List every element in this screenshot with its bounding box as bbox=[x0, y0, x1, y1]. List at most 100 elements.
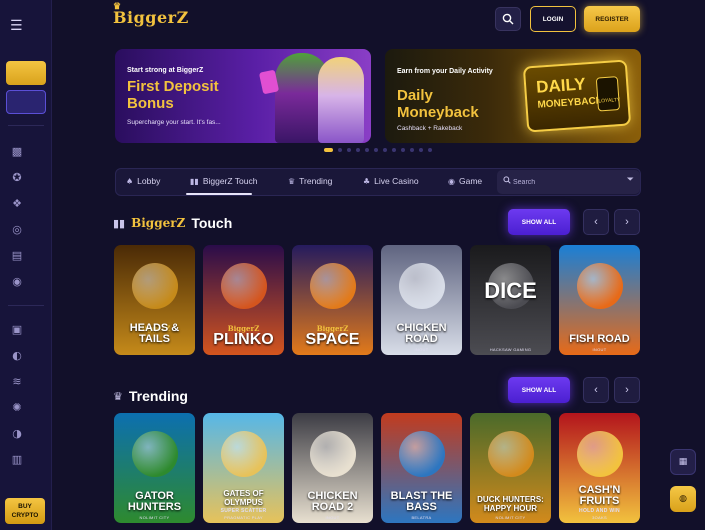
game-art bbox=[398, 431, 445, 477]
register-button[interactable]: REGISTER bbox=[584, 6, 640, 32]
tab-label: BiggerZ Touch bbox=[202, 176, 258, 186]
trending-icon: ♛ bbox=[288, 176, 296, 186]
section-brand-logo: BiggerZ bbox=[131, 216, 186, 230]
sidebar: ☰ ▩ ✪ ❖ ◎ ▤ ◉ ▣ ◐ ≋ ✺ ◑ ▥ BUY CRYPTO bbox=[0, 0, 52, 530]
sidebar-casino-button[interactable] bbox=[6, 61, 46, 85]
banner-eyebrow: Earn from your Daily Activity bbox=[397, 68, 493, 75]
loyalty-badge: LOYALTY bbox=[595, 76, 620, 112]
game-card[interactable]: CHICKEN ROAD INOUT bbox=[381, 245, 462, 355]
brand-logo[interactable]: ♛ BiggerZ bbox=[113, 2, 189, 27]
game-icon: ◉ bbox=[448, 176, 455, 186]
carousel-dot[interactable] bbox=[401, 148, 405, 152]
search-icon bbox=[503, 176, 511, 184]
carousel-dot[interactable] bbox=[347, 148, 351, 152]
carousel-dot[interactable] bbox=[365, 148, 369, 152]
filter-icon[interactable]: ⏷ bbox=[627, 175, 634, 185]
daily-moneyback-banner[interactable]: DAILY MONEYBACK LOYALTY Earn from your D… bbox=[385, 49, 641, 143]
next-button-trending[interactable]: › bbox=[614, 377, 640, 403]
carousel-dot[interactable] bbox=[324, 148, 333, 152]
roulette-icon[interactable]: ◎ bbox=[10, 223, 24, 237]
game-title: HEADS & TAILS bbox=[129, 322, 180, 345]
game-card[interactable]: FISH ROAD INOUT bbox=[559, 245, 640, 355]
prev-button-trending[interactable]: ‹ bbox=[583, 377, 609, 403]
carousel-dot[interactable] bbox=[410, 148, 414, 152]
game-card[interactable]: GATOR HUNTERS NOLIMIT CITY bbox=[114, 413, 195, 523]
sidebar-divider bbox=[8, 305, 44, 306]
tab-lobby[interactable]: ♠ Lobby bbox=[126, 176, 160, 186]
chevron-left-icon: ‹ bbox=[594, 384, 598, 396]
game-card[interactable]: BiggerZ PLINKO bbox=[203, 245, 284, 355]
carousel-dot[interactable] bbox=[392, 148, 396, 152]
medal-icon[interactable]: ✺ bbox=[10, 401, 24, 415]
layers-icon[interactable]: ≋ bbox=[10, 375, 24, 389]
gift-icon[interactable]: ▣ bbox=[10, 323, 24, 337]
game-search: ⏷ bbox=[497, 170, 640, 194]
search-input[interactable] bbox=[513, 172, 621, 192]
game-card[interactable]: DUCK HUNTERS: HAPPY HOUR NOLIMIT CITY bbox=[470, 413, 551, 523]
bonus-icon[interactable]: ✪ bbox=[10, 171, 24, 185]
show-all-button-trending[interactable]: SHOW ALL bbox=[508, 377, 570, 403]
first-deposit-banner[interactable]: Start strong at BiggerZ First Deposit Bo… bbox=[115, 49, 371, 143]
game-provider: HACKSAW GAMING bbox=[489, 347, 532, 352]
chat-button[interactable]: ◍ bbox=[670, 486, 696, 512]
carousel-dot[interactable] bbox=[374, 148, 378, 152]
banner-subtitle: Supercharge your start. It's fas... bbox=[127, 119, 221, 126]
game-card[interactable]: CASH'N FRUITS HOLD AND WIN 3OAKS bbox=[559, 413, 640, 523]
header-search-button[interactable] bbox=[495, 7, 521, 31]
tab-label: Game bbox=[458, 176, 483, 186]
chat-icon: ◍ bbox=[679, 494, 687, 504]
show-all-button-touch[interactable]: SHOW ALL bbox=[508, 209, 570, 235]
game-card[interactable]: BiggerZ SPACE bbox=[292, 245, 373, 355]
carousel-dots bbox=[324, 148, 432, 152]
sign-line2: MONEYBACK bbox=[537, 95, 604, 111]
game-provider: BELATRA bbox=[411, 515, 432, 520]
game-art bbox=[487, 431, 534, 477]
game-card[interactable]: GATES OF OLYMPUS SUPER SCATTER PRAGMATIC P… bbox=[203, 413, 284, 523]
game-card[interactable]: BLAST THE BASS BELATRA bbox=[381, 413, 462, 523]
touch-games-row: BiggerZ HEADS & TAILS BiggerZ PLINKO BiggerZ… bbox=[114, 245, 642, 355]
tab-trending[interactable]: ♛ Trending bbox=[288, 176, 332, 186]
carousel-dot[interactable] bbox=[428, 148, 432, 152]
gift-card-icon[interactable]: ▤ bbox=[10, 249, 24, 263]
receipt-icon[interactable]: ▥ bbox=[10, 453, 24, 467]
carousel-dot[interactable] bbox=[356, 148, 360, 152]
carousel-dot[interactable] bbox=[338, 148, 342, 152]
trending-icon: ♛ bbox=[113, 389, 123, 403]
sidebar-sports-button[interactable] bbox=[6, 90, 46, 114]
puzzle-icon[interactable]: ❖ bbox=[10, 197, 24, 211]
buy-crypto-button[interactable]: BUY CRYPTO bbox=[5, 498, 45, 524]
carousel-dot[interactable] bbox=[419, 148, 423, 152]
sport-icon[interactable]: ◑ bbox=[10, 427, 24, 441]
game-provider: INOUT bbox=[325, 515, 340, 520]
game-title: SPACE bbox=[305, 331, 360, 348]
game-art bbox=[220, 263, 267, 309]
next-button-touch[interactable]: › bbox=[614, 209, 640, 235]
trending-games-row: GATOR HUNTERS NOLIMIT CITY GATES OF OLYMPU… bbox=[114, 413, 642, 523]
prev-button-touch[interactable]: ‹ bbox=[583, 209, 609, 235]
game-art bbox=[576, 263, 623, 309]
game-card[interactable]: DICE HACKSAW GAMING bbox=[470, 245, 551, 355]
tab-live-casino[interactable]: ♣ Live Casino bbox=[363, 176, 419, 186]
game-art bbox=[220, 431, 267, 477]
login-button[interactable]: LOGIN bbox=[530, 6, 576, 32]
chips-icon[interactable]: ◉ bbox=[10, 275, 24, 289]
chevron-right-icon: › bbox=[625, 384, 629, 396]
live-casino-icon: ♣ bbox=[363, 176, 371, 186]
tab-label: Lobby bbox=[137, 176, 161, 186]
carousel-dot[interactable] bbox=[383, 148, 387, 152]
hamburger-menu-icon[interactable]: ☰ bbox=[10, 18, 23, 34]
game-provider: NOLIMIT CITY bbox=[495, 515, 526, 520]
tab-biggerz-touch[interactable]: ▮▮ BiggerZ Touch bbox=[190, 176, 257, 186]
game-card[interactable]: CHICKEN ROAD 2 INOUT bbox=[292, 413, 373, 523]
sidebar-divider bbox=[8, 125, 44, 126]
coin-icon[interactable]: ◐ bbox=[10, 349, 24, 363]
tab-games[interactable]: ◉ Game bbox=[448, 176, 482, 186]
game-provider: INOUT bbox=[592, 347, 607, 352]
bar-chart-icon: ▦ bbox=[678, 457, 688, 467]
game-title: GATOR HUNTERS bbox=[127, 490, 182, 513]
dice-icon[interactable]: ▩ bbox=[10, 145, 24, 159]
stats-button[interactable]: ▦ bbox=[670, 449, 696, 475]
game-card[interactable]: BiggerZ HEADS & TAILS bbox=[114, 245, 195, 355]
game-art bbox=[131, 263, 178, 309]
section-header-trending: ♛ Trending bbox=[113, 388, 188, 404]
